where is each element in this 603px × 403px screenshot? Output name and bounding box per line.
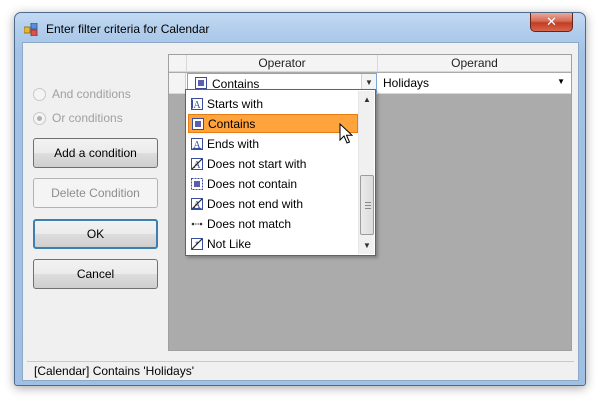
list-item[interactable]: * Not Like [188, 234, 358, 253]
list-item[interactable]: A Does not end with [188, 194, 358, 213]
operator-column-header[interactable]: Operator [187, 55, 378, 72]
ends-with-icon: A [191, 137, 203, 150]
list-item-label: Contains [208, 116, 256, 131]
window-title: Enter filter criteria for Calendar [46, 22, 210, 36]
list-item-label: Does not start with [207, 156, 307, 171]
grip-icon [365, 202, 371, 209]
list-item-label: Does not match [207, 216, 292, 231]
list-item-label: Starts with [207, 96, 264, 111]
row-selector[interactable] [169, 73, 186, 93]
grid-header: Operator Operand [169, 55, 571, 72]
does-not-end-with-icon: A [191, 197, 203, 210]
operand-cell[interactable]: Holidays ▼ [378, 73, 571, 93]
operator-dropdown-list[interactable]: A Starts with Contains A Ends with A Doe… [185, 89, 376, 256]
operand-column-header[interactable]: Operand [378, 55, 571, 72]
and-conditions-radio[interactable]: And conditions [33, 87, 131, 101]
close-button[interactable]: ✕ [530, 13, 573, 32]
does-not-contain-icon [191, 177, 203, 190]
status-bar: [Calendar] Contains 'Holidays' [27, 361, 574, 380]
list-item[interactable]: A Ends with [188, 134, 358, 153]
close-icon: ✕ [546, 14, 557, 29]
list-item-label: Not Like [207, 236, 252, 251]
contains-icon [192, 117, 204, 130]
list-item[interactable]: Does not contain [188, 174, 358, 193]
list-item[interactable]: Does not match [188, 214, 358, 233]
scroll-down-icon[interactable]: ▼ [359, 237, 375, 254]
row-header-corner [169, 55, 187, 72]
list-item[interactable]: A Does not start with [188, 154, 358, 173]
svg-text:A: A [193, 100, 201, 110]
does-not-match-icon [191, 218, 203, 230]
starts-with-icon: A [191, 97, 203, 110]
delete-condition-button[interactable]: Delete Condition [33, 178, 158, 208]
filter-expression-text: [Calendar] Contains 'Holidays' [34, 364, 194, 378]
radio-circle [33, 87, 46, 101]
operand-value: Holidays [383, 76, 430, 90]
scrollbar-thumb[interactable] [360, 175, 374, 235]
and-conditions-label: And conditions [52, 87, 131, 101]
not-like-icon: * [191, 237, 203, 250]
add-condition-button[interactable]: Add a condition [33, 138, 158, 168]
or-conditions-label: Or conditions [52, 111, 123, 125]
cancel-button[interactable]: Cancel [33, 259, 158, 289]
ok-button[interactable]: OK [33, 219, 158, 249]
or-conditions-radio[interactable]: Or conditions [33, 111, 123, 125]
does-not-start-with-icon: A [191, 157, 203, 170]
app-icon [23, 22, 38, 37]
dropdown-scrollbar[interactable]: ▲ ▼ [358, 91, 374, 254]
chevron-down-icon[interactable]: ▼ [557, 77, 565, 86]
list-item-selected[interactable]: Contains [188, 114, 358, 133]
radio-circle-checked [33, 111, 46, 125]
scroll-up-icon[interactable]: ▲ [359, 91, 375, 108]
list-item-label: Does not end with [207, 196, 304, 211]
list-item[interactable]: A Starts with [188, 94, 358, 113]
list-item-label: Does not contain [207, 176, 298, 191]
list-item-label: Ends with [207, 136, 260, 151]
mouse-pointer-icon [339, 122, 354, 148]
